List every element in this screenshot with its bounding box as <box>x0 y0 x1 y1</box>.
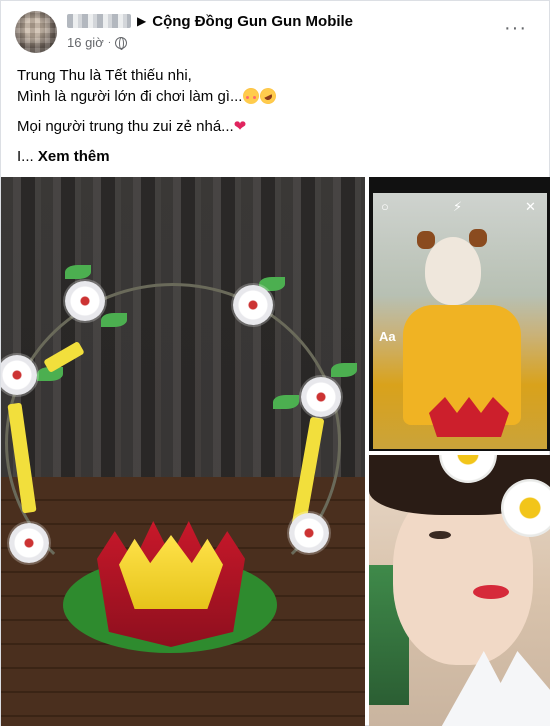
white-paper-flower <box>9 523 49 563</box>
red-lotus-lantern <box>429 397 509 437</box>
see-more-link[interactable]: Xem thêm <box>38 148 110 165</box>
flushed-face-emoji <box>243 88 260 104</box>
blurred-author-name[interactable] <box>67 14 131 28</box>
green-leaf <box>273 395 299 409</box>
selfie-filter-photo[interactable]: ○ ⚡ ✕ Aa <box>369 177 550 451</box>
post-text-line: Mình là người lớn đi chơi làm gì... <box>17 85 537 107</box>
dog-filter-face <box>425 237 481 305</box>
globe-icon <box>115 36 128 50</box>
post-header-title: ▶ Cộng Đồng Gun Gun Mobile <box>67 11 353 31</box>
post-text-line: Trung Thu là Tết thiếu nhi, <box>17 67 192 84</box>
camera-view <box>373 193 547 449</box>
white-paper-flower <box>289 513 329 553</box>
green-leaf <box>101 313 127 327</box>
lantern-photo[interactable] <box>1 177 365 726</box>
group-name-link[interactable]: Cộng Đồng Gun Gun Mobile <box>152 13 353 30</box>
author-avatar[interactable] <box>15 11 57 53</box>
red-lips <box>473 585 509 599</box>
eye <box>429 531 451 539</box>
rolling-laughing-emoji <box>257 85 280 107</box>
green-leaf <box>331 363 357 377</box>
white-paper-flower <box>65 281 105 321</box>
yellow-lotus-petals <box>119 535 223 609</box>
dog-ear <box>417 231 435 249</box>
more-options-icon[interactable]: ··· <box>504 18 527 38</box>
circle-icon[interactable]: ○ <box>381 199 389 214</box>
caret-right-icon: ▶ <box>137 14 147 28</box>
red-heart-emoji: ❤ <box>233 118 247 135</box>
post-time[interactable]: 16 giờ <box>67 35 104 50</box>
green-leaf <box>65 265 91 279</box>
facebook-post: ▶ Cộng Đồng Gun Gun Mobile 16 giờ · ··· … <box>0 0 550 726</box>
post-text-line: I... Xem thêm <box>17 148 110 165</box>
white-paper-flower <box>233 285 273 325</box>
post-text: Trung Thu là Tết thiếu nhi, Mình là ngườ… <box>17 65 537 167</box>
close-icon[interactable]: ✕ <box>525 199 536 215</box>
portrait-photo[interactable] <box>369 455 550 726</box>
post-meta: 16 giờ · <box>67 35 128 50</box>
post-text-line: Mọi người trung thu zui zẻ nhá...❤ <box>17 118 247 135</box>
dog-ear <box>469 229 487 247</box>
text-tool[interactable]: Aa <box>379 329 396 344</box>
flash-off-icon[interactable]: ⚡ <box>453 199 462 215</box>
meta-separator: · <box>107 37 112 48</box>
daisy-flower <box>501 479 550 537</box>
white-paper-flower <box>301 377 341 417</box>
